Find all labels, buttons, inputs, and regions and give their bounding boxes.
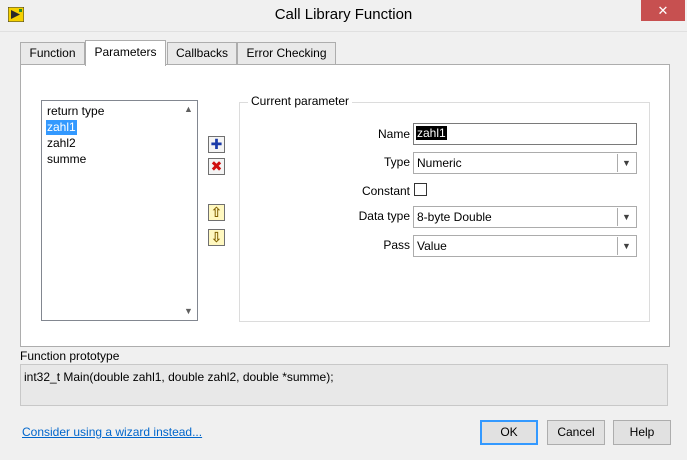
name-label: Name [377, 127, 410, 141]
tab-parameters[interactable]: Parameters [85, 40, 166, 66]
pass-select[interactable]: Value ▼ [413, 235, 637, 257]
chevron-down-icon[interactable]: ▼ [617, 208, 635, 226]
delete-parameter-button[interactable]: ✖ [208, 158, 225, 175]
move-down-button[interactable]: ⇩ [208, 229, 225, 246]
tab-function[interactable]: Function [20, 42, 85, 64]
parameters-panel: return type zahl1 zahl2 summe ▲ ▼ ✚ ✖ ⇧ … [20, 64, 670, 347]
chevron-down-icon[interactable]: ▼ [617, 154, 635, 172]
prototype-text: int32_t Main(double zahl1, double zahl2,… [24, 370, 334, 384]
prototype-box: int32_t Main(double zahl1, double zahl2,… [20, 364, 668, 406]
list-item[interactable]: return type [46, 104, 105, 119]
name-input-value: zahl1 [416, 126, 447, 140]
help-button[interactable]: Help [613, 420, 671, 445]
current-parameter-group: Current parameter Name zahl1 Type Numeri… [239, 94, 650, 322]
list-item[interactable]: summe [46, 152, 87, 167]
type-label: Type [383, 155, 410, 169]
move-up-button[interactable]: ⇧ [208, 204, 225, 221]
prototype-label: Function prototype [20, 349, 120, 363]
pass-label: Pass [383, 238, 410, 252]
name-input[interactable]: zahl1 [413, 123, 637, 145]
group-legend: Current parameter [248, 94, 353, 108]
add-parameter-button[interactable]: ✚ [208, 136, 225, 153]
title-bar: Call Library Function ✕ [0, 0, 687, 32]
list-scrollbar[interactable]: ▲ ▼ [180, 101, 197, 320]
constant-label: Constant [361, 184, 410, 198]
list-item[interactable]: zahl2 [46, 136, 77, 151]
constant-checkbox[interactable] [414, 183, 427, 196]
ok-button[interactable]: OK [480, 420, 538, 445]
tab-error-checking[interactable]: Error Checking [237, 42, 336, 64]
data-type-select-value: 8-byte Double [417, 210, 492, 224]
chevron-down-icon[interactable]: ▼ [617, 237, 635, 255]
scroll-down-icon[interactable]: ▼ [180, 303, 197, 320]
list-item-selected[interactable]: zahl1 [46, 120, 77, 135]
cancel-button[interactable]: Cancel [547, 420, 605, 445]
close-button[interactable]: ✕ [641, 0, 685, 21]
data-type-label: Data type [358, 209, 410, 223]
wizard-link[interactable]: Consider using a wizard instead... [22, 425, 202, 439]
pass-select-value: Value [417, 239, 447, 253]
window-title: Call Library Function [274, 6, 413, 23]
parameter-list[interactable]: return type zahl1 zahl2 summe ▲ ▼ [41, 100, 198, 321]
data-type-select[interactable]: 8-byte Double ▼ [413, 206, 637, 228]
scroll-up-icon[interactable]: ▲ [180, 101, 197, 118]
tab-callbacks[interactable]: Callbacks [167, 42, 237, 64]
type-select-value: Numeric [417, 156, 462, 170]
type-select[interactable]: Numeric ▼ [413, 152, 637, 174]
